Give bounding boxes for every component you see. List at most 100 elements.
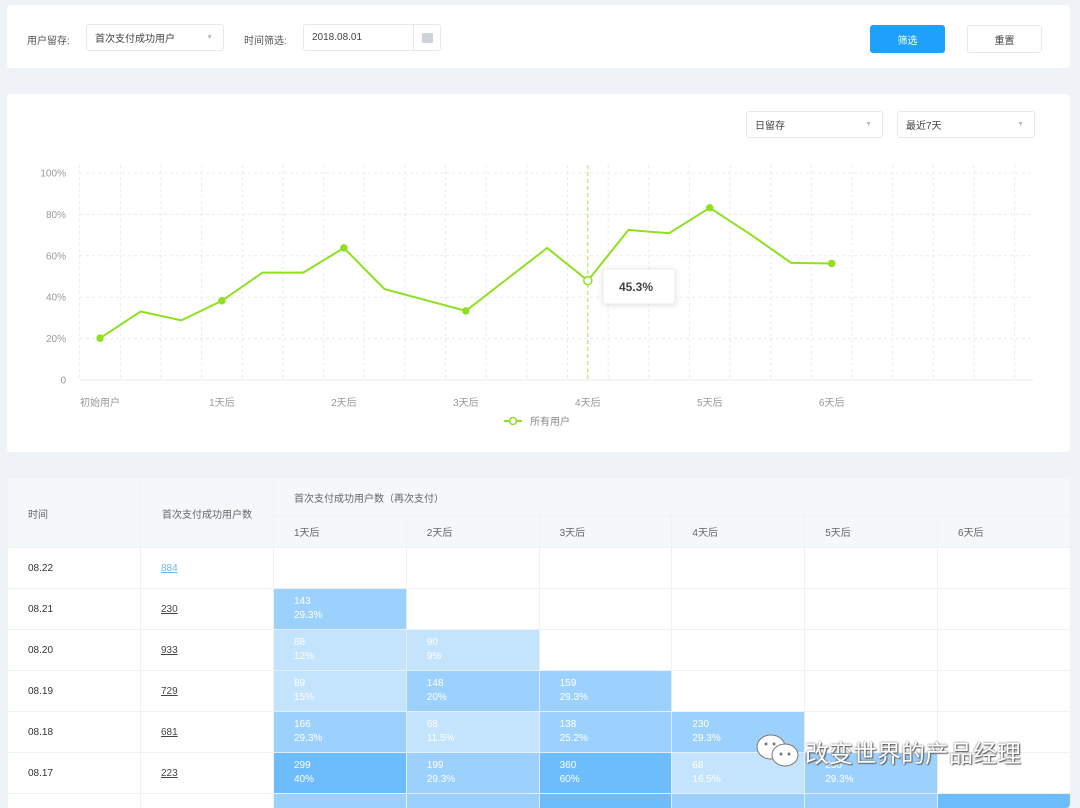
cell-percent: 29.3%: [427, 774, 455, 785]
x-tick-label: 6天后: [819, 397, 845, 409]
empty-cell: [937, 671, 1070, 712]
cell-count: 230: [692, 719, 709, 730]
retention-cell: [539, 794, 672, 808]
cell-percent: 29.3%: [294, 733, 322, 744]
retention-line-chart: 020%40%60%80%100%初始用户1天后2天后3天后4天后5天后6天后所…: [0, 0, 1080, 460]
table-row: 08.197298915%14820%15929.3%: [8, 671, 1071, 712]
date-cell: 08.19: [8, 671, 141, 712]
cell-percent: 9%: [427, 651, 441, 662]
empty-cell: [539, 548, 672, 589]
watermark-text: 改变世界的产品经理: [805, 734, 1021, 769]
y-tick-label: 100%: [40, 169, 66, 180]
cell-percent: 20%: [427, 692, 447, 703]
cell-percent: 16.5%: [692, 774, 720, 785]
users-cell: 884: [141, 548, 274, 589]
users-link[interactable]: 884: [161, 563, 178, 574]
cell-percent: 29.3%: [692, 733, 720, 744]
users-link[interactable]: 933: [161, 645, 178, 656]
retention-cell: [805, 794, 938, 808]
empty-cell: [937, 589, 1070, 630]
table-row: 08.2123014329.3%: [8, 589, 1071, 630]
data-point[interactable]: [584, 277, 592, 285]
retention-cell: 68 11.5%: [406, 712, 539, 753]
cell-count: 360: [560, 760, 577, 771]
users-link[interactable]: 681: [161, 727, 178, 738]
cell-count: 90: [427, 637, 438, 648]
empty-cell: [805, 589, 938, 630]
wechat-logo-icon: [755, 733, 801, 769]
x-tick-label: 5天后: [697, 397, 723, 409]
data-point[interactable]: [219, 298, 225, 304]
y-tick-label: 0: [60, 376, 66, 387]
data-point[interactable]: [707, 205, 713, 211]
x-tick-label: 2天后: [331, 397, 357, 409]
users-link[interactable]: 230: [161, 604, 178, 615]
cell-count: 89: [294, 678, 305, 689]
table-row: 08.22884: [8, 548, 1071, 589]
header-day: 4天后: [672, 516, 805, 548]
empty-cell: [805, 548, 938, 589]
cell-percent: 12%: [294, 651, 314, 662]
cell-count: 143: [294, 596, 311, 607]
users-cell: 729: [141, 671, 274, 712]
date-cell: 08.21: [8, 589, 141, 630]
users-link[interactable]: 729: [161, 686, 178, 697]
cell-count: 148: [427, 678, 444, 689]
data-point[interactable]: [829, 260, 835, 266]
empty-cell: [672, 548, 805, 589]
cell-count: 159: [560, 678, 577, 689]
empty-cell: [274, 548, 407, 589]
cell-count: 68: [427, 719, 438, 730]
retention-cell: 14820%: [406, 671, 539, 712]
cell-percent: 11.5%: [427, 733, 455, 744]
users-cell: 230: [141, 589, 274, 630]
x-tick-label: 1天后: [209, 397, 235, 409]
retention-cell: 8812%: [274, 630, 407, 671]
header-day: 3天后: [539, 516, 672, 548]
x-tick-label: 3天后: [453, 397, 479, 409]
retention-cell: 19929.3%: [406, 753, 539, 794]
date-cell: 08.17: [8, 753, 141, 794]
users-link[interactable]: 223: [161, 768, 178, 779]
header-day: 6天后: [937, 516, 1070, 548]
retention-cell: [274, 794, 407, 808]
retention-cell: [937, 794, 1070, 808]
cell-percent: 40%: [294, 774, 314, 785]
data-point[interactable]: [97, 335, 103, 341]
y-tick-label: 80%: [46, 210, 66, 221]
header-day: 2天后: [406, 516, 539, 548]
header-group: 首次支付成功用户数（再次支付）: [274, 479, 1071, 516]
empty-cell: [406, 589, 539, 630]
legend-label[interactable]: 所有用户: [530, 415, 570, 428]
retention-cell: 909%: [406, 630, 539, 671]
cell-percent: 60%: [560, 774, 580, 785]
retention-cell: 8915%: [274, 671, 407, 712]
retention-cell: 13825.2%: [539, 712, 672, 753]
date-cell: [8, 794, 141, 808]
users-cell: 223: [141, 753, 274, 794]
cell-percent: 29.3%: [825, 774, 853, 785]
empty-cell: [672, 630, 805, 671]
x-tick-label: 4天后: [575, 397, 601, 409]
y-tick-label: 40%: [46, 293, 66, 304]
cell-percent: 29.3%: [560, 692, 588, 703]
header-time: 时间: [8, 479, 141, 548]
retention-cell: 29940%: [274, 753, 407, 794]
date-cell: 08.20: [8, 630, 141, 671]
header-day: 1天后: [274, 516, 407, 548]
retention-cell: 159 29.3%: [539, 671, 672, 712]
data-point[interactable]: [341, 245, 347, 251]
watermark: 改变世界的产品经理: [755, 733, 1021, 769]
empty-cell: [937, 630, 1070, 671]
cell-percent: 25.2%: [560, 733, 588, 744]
users-cell: 933: [141, 630, 274, 671]
y-tick-label: 20%: [46, 334, 66, 345]
empty-cell: [539, 630, 672, 671]
users-cell: [141, 794, 274, 808]
data-point[interactable]: [463, 308, 469, 314]
empty-cell: [539, 589, 672, 630]
cell-count: 68: [692, 760, 703, 771]
users-cell: 681: [141, 712, 274, 753]
cell-count: 166: [294, 719, 311, 730]
date-cell: 08.18: [8, 712, 141, 753]
